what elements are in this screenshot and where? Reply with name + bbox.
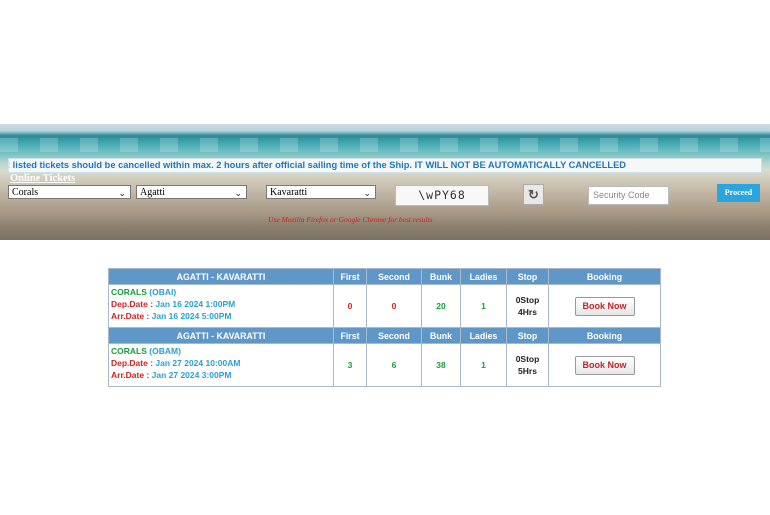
stop-count: 0Stop (515, 295, 540, 305)
table-row: CORALS (OBAM) Dep.Date : Jan 27 2024 10:… (108, 343, 661, 387)
dep-label: Dep.Date : (111, 358, 156, 368)
col-booking: Booking (548, 268, 661, 285)
first-count: 0 (333, 284, 367, 328)
book-now-button[interactable]: Book Now (574, 296, 635, 316)
ship-name: CORALS (111, 346, 147, 356)
col-stop: Stop (506, 268, 549, 285)
col-second: Second (366, 268, 422, 285)
table-header-row: AGATTI - KAVARATTI First Second Bunk Lad… (108, 268, 661, 285)
col-first: First (333, 327, 367, 344)
chevron-down-icon: ⌄ (118, 188, 126, 198)
second-count: 0 (366, 284, 422, 328)
dep-date: Jan 16 2024 1:00PM (155, 299, 236, 309)
security-code-input[interactable]: Security Code (588, 186, 669, 205)
stop-count: 0Stop (515, 354, 540, 364)
col-booking: Booking (548, 327, 661, 344)
chevron-down-icon: ⌄ (363, 188, 371, 198)
table-header-row: AGATTI - KAVARATTI First Second Bunk Lad… (108, 327, 661, 344)
ladies-count: 1 (460, 343, 507, 387)
col-bunk: Bunk (421, 327, 461, 344)
route-header: AGATTI - KAVARATTI (108, 268, 334, 285)
ship-select[interactable]: Corals ⌄ (8, 185, 131, 199)
cancellation-notice: : listed tickets should be cancelled wit… (8, 158, 762, 173)
to-port-value: Kavaratti (270, 187, 308, 198)
browser-hint: Use Mozilla Firefox or Google Chrome for… (268, 215, 433, 224)
duration: 5Hrs (518, 366, 537, 376)
arr-date: Jan 16 2024 5:00PM (151, 311, 232, 321)
col-bunk: Bunk (421, 268, 461, 285)
col-second: Second (366, 327, 422, 344)
arr-label: Arr.Date : (111, 370, 152, 380)
ladies-count: 1 (460, 284, 507, 328)
refresh-captcha-icon[interactable]: ↻ (523, 184, 544, 205)
col-stop: Stop (506, 327, 549, 344)
duration: 4Hrs (518, 307, 537, 317)
ship-code: (OBAM) (149, 346, 181, 356)
to-port-select[interactable]: Kavaratti ⌄ (266, 185, 376, 199)
first-count: 3 (333, 343, 367, 387)
dep-date: Jan 27 2024 10:00AM (155, 358, 241, 368)
booking-cell: Book Now (548, 343, 661, 387)
proceed-button[interactable]: Proceed (717, 184, 760, 202)
stop-info: 0Stop 4Hrs (506, 284, 549, 328)
from-port-value: Agatti (140, 187, 165, 198)
arr-date: Jan 27 2024 3:00PM (151, 370, 232, 380)
ship-code: (OBAI) (149, 287, 177, 297)
chevron-down-icon: ⌄ (234, 188, 242, 198)
bunk-count: 38 (421, 343, 461, 387)
sailing-info: CORALS (OBAM) Dep.Date : Jan 27 2024 10:… (108, 343, 334, 387)
ship-name: CORALS (111, 287, 147, 297)
online-tickets-link[interactable]: Online Tickets (10, 173, 75, 184)
stop-info: 0Stop 5Hrs (506, 343, 549, 387)
booking-cell: Book Now (548, 284, 661, 328)
col-ladies: Ladies (460, 327, 507, 344)
bunk-count: 20 (421, 284, 461, 328)
table-row: CORALS (OBAI) Dep.Date : Jan 16 2024 1:0… (108, 284, 661, 328)
second-count: 6 (366, 343, 422, 387)
col-ladies: Ladies (460, 268, 507, 285)
captcha-image: \wPY68 (395, 185, 489, 206)
col-first: First (333, 268, 367, 285)
sailing-table: AGATTI - KAVARATTI First Second Bunk Lad… (108, 268, 661, 387)
arr-label: Arr.Date : (111, 311, 152, 321)
route-header: AGATTI - KAVARATTI (108, 327, 334, 344)
sailing-info: CORALS (OBAI) Dep.Date : Jan 16 2024 1:0… (108, 284, 334, 328)
notice-text: : listed tickets should be cancelled wit… (8, 160, 627, 170)
dep-label: Dep.Date : (111, 299, 156, 309)
ship-select-value: Corals (12, 187, 39, 198)
book-now-button[interactable]: Book Now (574, 355, 635, 375)
from-port-select[interactable]: Agatti ⌄ (136, 185, 247, 199)
